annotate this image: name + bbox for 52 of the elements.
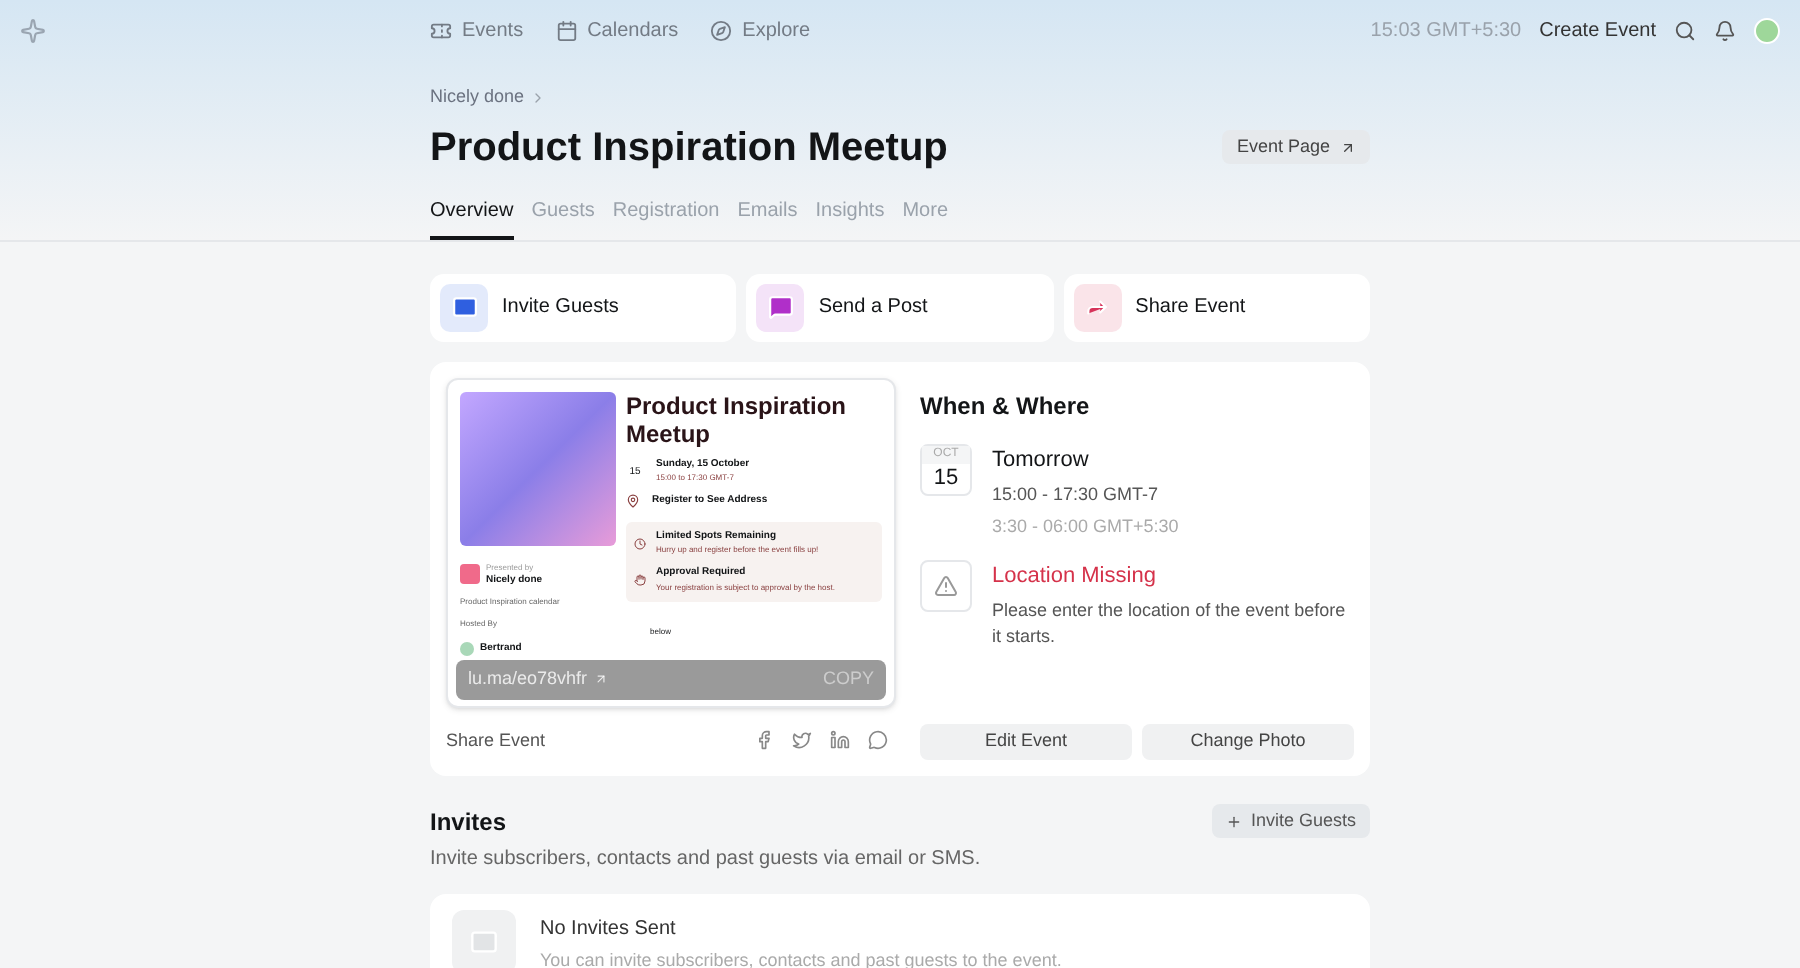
action-button[interactable]: Share Event (1063, 273, 1370, 341)
hand-icon (634, 574, 646, 586)
nav-link[interactable]: Events (430, 16, 524, 46)
host-avatar-icon (460, 564, 480, 585)
card-button[interactable]: Edit Event (920, 723, 1132, 759)
action-button[interactable]: Send a Post (746, 273, 1054, 341)
nav-link[interactable]: Explore (710, 16, 811, 46)
section-heading: When & Where (920, 389, 1092, 423)
facebook-icon[interactable] (754, 730, 774, 751)
nav-link[interactable]: Calendars (555, 16, 679, 46)
local-time: 3:30 - 06:00 GMT+5:30 (992, 513, 1179, 539)
event-url-link[interactable]: lu.ma/eo78vhfr (468, 665, 608, 693)
clock-icon (634, 537, 646, 549)
breadcrumb-link[interactable]: Nicely done (430, 84, 525, 111)
card-button[interactable]: Change Photo (1142, 723, 1354, 759)
invite-guests-button[interactable]: Invite Guests (1212, 804, 1370, 838)
compass-icon (710, 20, 733, 42)
event-time: 15:00 - 17:30 GMT-7 (992, 482, 1161, 508)
tab[interactable]: Registration (612, 195, 720, 239)
chat-bubble-icon[interactable] (868, 730, 888, 751)
event-title: Product Inspiration Meetup (430, 123, 948, 173)
arrow-up-right-icon (593, 672, 608, 686)
tab[interactable]: Guests (531, 195, 595, 239)
section-heading: Invites (430, 805, 507, 839)
event-page-button[interactable]: Event Page (1222, 130, 1370, 164)
calendar-icon (555, 20, 578, 42)
tab[interactable]: Emails (737, 195, 798, 239)
warning-icon (920, 560, 972, 612)
preview-title: Product Inspiration Meetup (626, 391, 849, 447)
search-icon[interactable] (1674, 20, 1696, 42)
twitter-icon[interactable] (792, 730, 812, 751)
plus-icon (1226, 813, 1243, 829)
arrow-up-right-icon (1340, 139, 1356, 155)
location-missing-text: Please enter the location of the event before it starts. (992, 597, 1348, 649)
linkedin-icon[interactable] (830, 730, 850, 751)
location-missing-title: Location Missing (992, 562, 1158, 592)
create-event-link[interactable]: Create Event (1539, 16, 1656, 46)
empty-title: No Invites Sent (540, 915, 678, 943)
current-time: 15:03 GMT+5:30 (1370, 18, 1522, 46)
map-pin-icon (626, 494, 640, 509)
sparkle-logo-icon[interactable] (20, 18, 46, 44)
invites-subtitle: Invite subscribers, contacts and past guests via email or SMS. (430, 845, 983, 873)
day-label: Tomorrow (992, 445, 1091, 475)
host-avatar (460, 642, 474, 657)
empty-text: You can invite subscribers, contacts and past guests to the event. (540, 947, 1062, 968)
bell-icon[interactable] (1714, 20, 1736, 42)
tab[interactable]: More (902, 195, 949, 239)
tab[interactable]: Overview (430, 195, 514, 239)
action-button[interactable]: Invite Guests (430, 273, 737, 341)
ticket-icon (430, 20, 452, 42)
tab[interactable]: Insights (815, 195, 885, 239)
share-event-label: Share Event (446, 727, 546, 753)
